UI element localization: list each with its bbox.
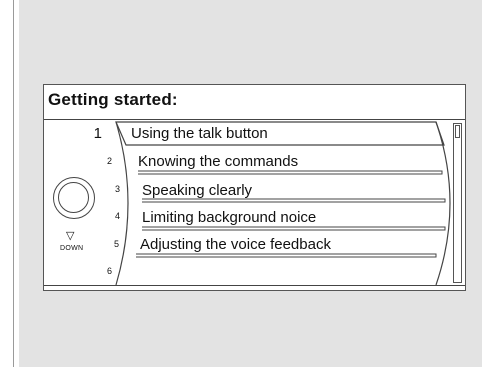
rotary-knob-icon[interactable] (53, 177, 95, 219)
menu-item-background-noise[interactable]: Limiting background noice (142, 209, 316, 226)
scrollbar-thumb[interactable] (455, 125, 460, 138)
item-number-5: 5 (113, 239, 119, 249)
menu-item-commands[interactable]: Knowing the commands (138, 153, 298, 170)
list-right-arc (435, 121, 451, 286)
item-number-2: 2 (106, 156, 112, 166)
menu-item-speaking[interactable]: Speaking clearly (142, 182, 252, 199)
item-number-3: 3 (114, 184, 120, 194)
item-divider-4 (142, 226, 446, 231)
menu-item-talk-button[interactable]: Using the talk button (131, 125, 268, 142)
item-number-4: 4 (114, 211, 120, 221)
item-number-1: 1 (93, 125, 102, 142)
down-triangle-icon: ▽ (66, 230, 75, 242)
menu-item-voice-feedback[interactable]: Adjusting the voice feedback (140, 236, 331, 253)
voice-menu-screen: Getting started: 1 2 3 4 5 6 Using the t… (43, 84, 466, 291)
item-number-6: 6 (106, 266, 112, 276)
scrollbar[interactable] (453, 123, 462, 283)
item-divider-3 (142, 198, 446, 203)
item-divider-5 (136, 253, 437, 258)
down-label: DOWN (60, 245, 84, 252)
left-divider (13, 0, 14, 367)
list-left-arc (115, 121, 129, 286)
item-divider-2 (138, 170, 443, 175)
bottom-divider (44, 285, 465, 286)
knob-inner-ring (58, 182, 89, 213)
